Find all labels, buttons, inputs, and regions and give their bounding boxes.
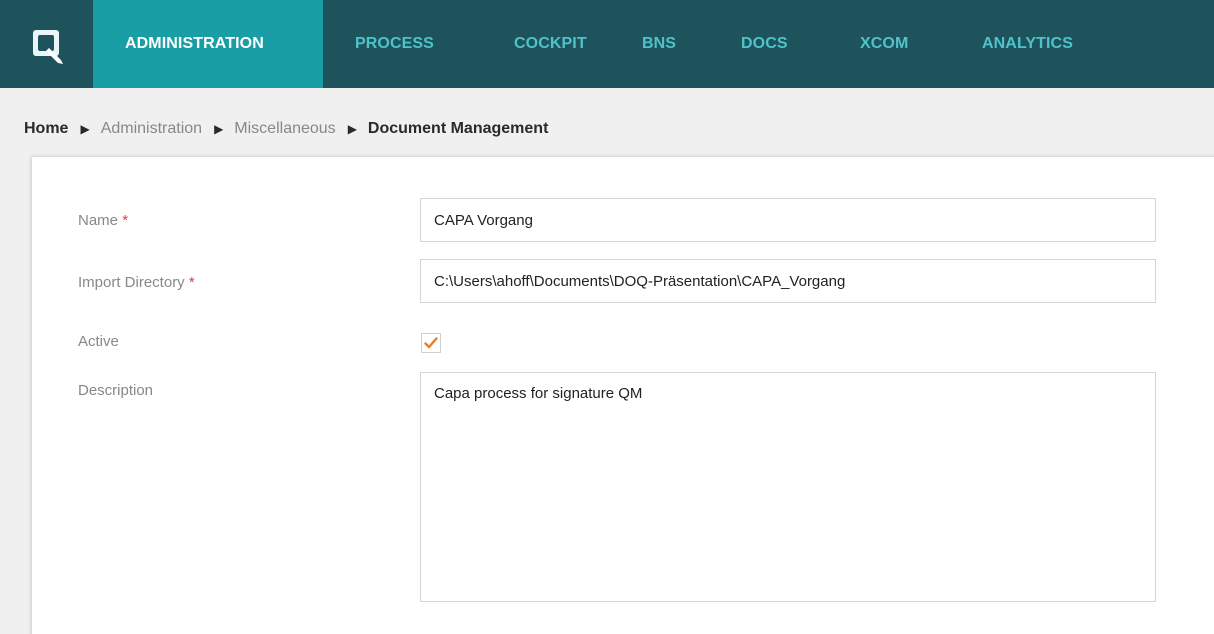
import-directory-field-value: C:\Users\ahoff\Documents\DOQ-Präsentatio…	[434, 272, 846, 290]
name-field[interactable]: CAPA Vorgang	[420, 198, 1156, 242]
app-logo[interactable]	[0, 0, 93, 88]
nav-item-cockpit[interactable]: COCKPIT	[486, 0, 635, 88]
breadcrumb-administration[interactable]: Administration	[101, 120, 202, 138]
description-value: Capa process for signature QM	[434, 385, 643, 402]
breadcrumb-miscellaneous[interactable]: Miscellaneous	[234, 120, 335, 138]
required-marker: *	[122, 212, 129, 229]
triangle-right-icon: ▶	[80, 122, 90, 136]
active-label: Active	[78, 333, 119, 350]
import-directory-label: Import Directory *	[78, 274, 195, 291]
description-label-text: Description	[78, 382, 154, 399]
app-logo-icon	[32, 30, 63, 64]
breadcrumb: Home ▶ Administration ▶ Miscellaneous ▶ …	[24, 120, 548, 138]
name-label-text: Name	[78, 212, 119, 229]
top-navigation-bar: ADMINISTRATION PROCESS COCKPIT BNS DOCS …	[0, 0, 1214, 88]
description-label: Description	[78, 382, 153, 399]
nav-item-process[interactable]: PROCESS	[323, 0, 486, 88]
breadcrumb-home[interactable]: Home	[24, 120, 68, 138]
required-marker: *	[188, 274, 195, 291]
active-checkbox[interactable]	[421, 333, 441, 353]
active-label-text: Active	[78, 333, 119, 350]
nav-item-docs[interactable]: DOCS	[741, 0, 857, 88]
import-directory-label-text: Import Directory	[78, 274, 185, 291]
description-textarea[interactable]: Capa process for signature QM	[420, 372, 1156, 602]
checkmark-icon	[424, 337, 438, 349]
nav-item-analytics[interactable]: ANALYTICS	[982, 0, 1122, 88]
triangle-right-icon: ▶	[347, 122, 357, 136]
nav-item-xcom[interactable]: XCOM	[857, 0, 982, 88]
import-directory-field[interactable]: C:\Users\ahoff\Documents\DOQ-Präsentatio…	[420, 259, 1156, 303]
breadcrumb-current: Document Management	[367, 120, 549, 137]
nav-item-administration[interactable]: ADMINISTRATION	[93, 0, 323, 88]
name-label: Name *	[78, 212, 128, 229]
main-nav: ADMINISTRATION PROCESS COCKPIT BNS DOCS …	[93, 0, 1122, 88]
nav-item-bns[interactable]: BNS	[635, 0, 741, 88]
triangle-right-icon: ▶	[214, 122, 224, 136]
name-field-value: CAPA Vorgang	[434, 211, 533, 229]
